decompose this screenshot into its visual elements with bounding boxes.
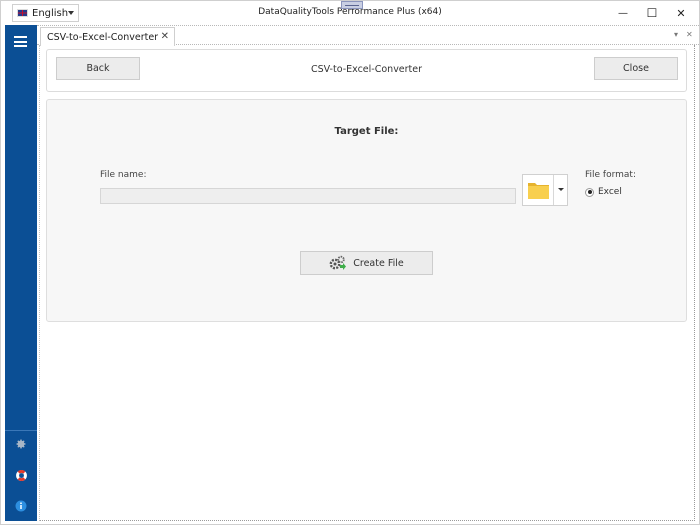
sidebar xyxy=(5,25,37,521)
file-format-option-excel[interactable]: Excel xyxy=(585,187,622,197)
tab-close-icon[interactable]: ✕ xyxy=(161,31,169,42)
info-icon xyxy=(15,500,27,512)
target-file-panel: Target File: File name: File format: Exc… xyxy=(46,99,687,322)
header-panel: Back CSV-to-Excel-Converter Close xyxy=(46,49,687,92)
close-icon: ✕ xyxy=(676,6,686,20)
radio-excel[interactable] xyxy=(585,187,594,197)
file-name-label: File name: xyxy=(100,170,147,180)
page-title: CSV-to-Excel-Converter xyxy=(310,64,423,75)
tab-strip-close-icon[interactable]: ✕ xyxy=(686,30,693,39)
folder-icon xyxy=(528,183,549,199)
window-close-button[interactable]: ✕ xyxy=(666,4,696,22)
gear-icon xyxy=(16,439,26,449)
sidebar-divider xyxy=(5,430,37,431)
close-button[interactable]: Close xyxy=(594,57,678,80)
lifebuoy-icon xyxy=(15,469,27,481)
tab-list-dropdown-icon[interactable]: ▾ xyxy=(674,30,678,39)
gears-icon xyxy=(329,255,347,270)
maximize-button[interactable]: ☐ xyxy=(637,4,667,22)
title-grip-handle[interactable] xyxy=(341,1,363,9)
sidebar-item-settings[interactable] xyxy=(13,436,29,452)
split-divider xyxy=(553,175,554,205)
chevron-down-icon[interactable] xyxy=(558,188,564,191)
content-area: Back CSV-to-Excel-Converter Close Target… xyxy=(39,45,695,521)
app-window: English DataQualityTools Performance Plu… xyxy=(0,0,700,525)
file-name-input[interactable] xyxy=(100,188,516,204)
radio-excel-label: Excel xyxy=(598,187,622,197)
minimize-button[interactable]: — xyxy=(608,4,638,22)
close-label: Close xyxy=(623,63,649,74)
create-file-label: Create File xyxy=(353,257,404,269)
tab-csv-to-excel-converter[interactable]: CSV-to-Excel-Converter ✕ xyxy=(40,27,175,46)
browse-folder-button[interactable] xyxy=(522,174,568,206)
menu-icon[interactable] xyxy=(14,36,27,47)
section-title: Target File: xyxy=(334,126,399,137)
create-file-button[interactable]: Create File xyxy=(300,251,433,275)
minimize-icon: — xyxy=(618,7,628,19)
tab-strip: CSV-to-Excel-Converter ✕ ▾ ✕ xyxy=(37,25,699,46)
tab-label: CSV-to-Excel-Converter xyxy=(47,31,159,43)
sidebar-item-info[interactable] xyxy=(13,498,29,514)
sidebar-item-help[interactable] xyxy=(13,467,29,483)
maximize-icon: ☐ xyxy=(646,6,658,20)
file-format-label: File format: xyxy=(585,170,636,180)
title-bar: English DataQualityTools Performance Plu… xyxy=(1,1,699,25)
